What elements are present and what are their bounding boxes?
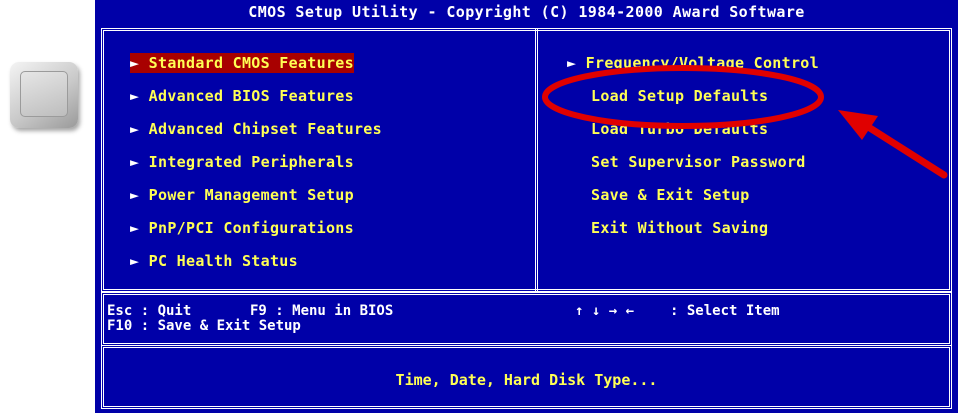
highlight-ellipse — [542, 65, 824, 129]
annotation-overlay — [542, 65, 948, 179]
pointer-arrow-icon — [838, 110, 948, 179]
